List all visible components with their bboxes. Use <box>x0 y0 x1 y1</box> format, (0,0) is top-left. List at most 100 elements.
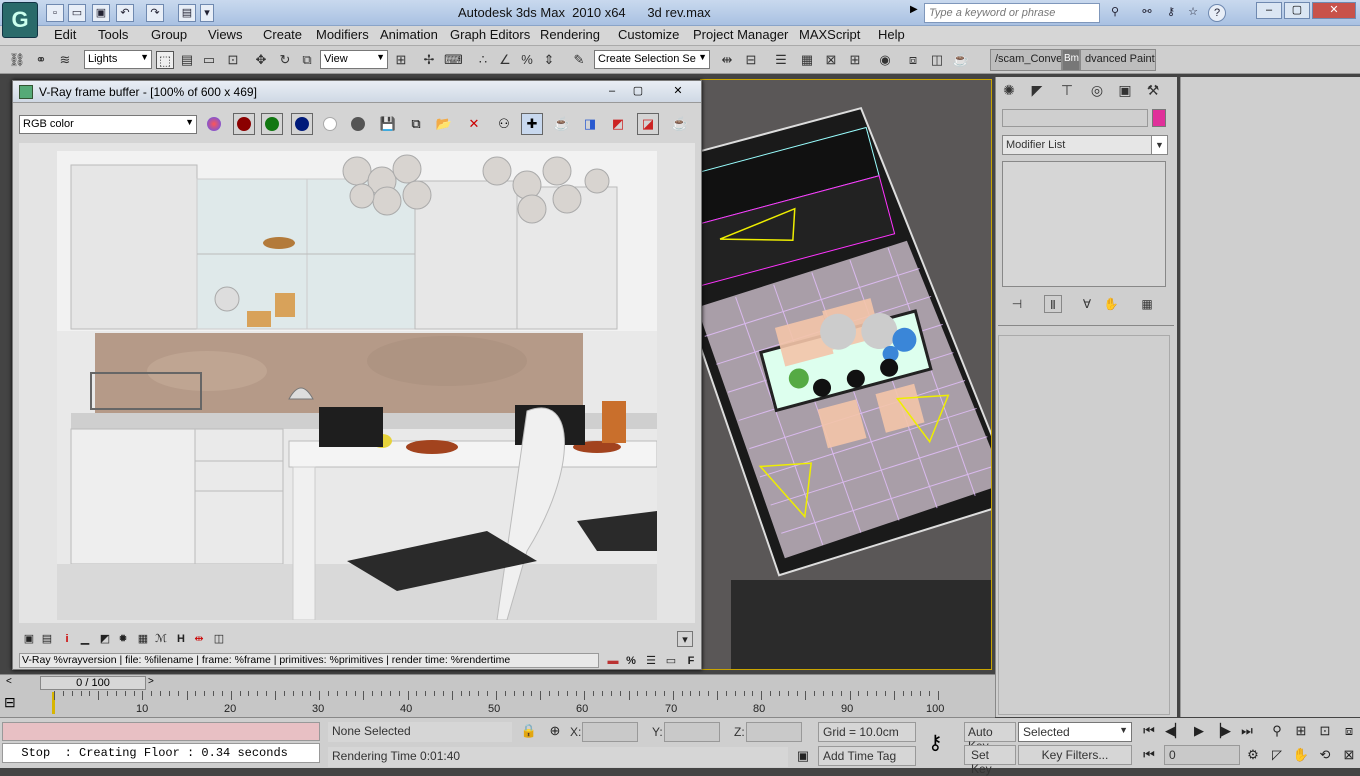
reference-coordinate-select[interactable]: View ▼ <box>320 50 388 69</box>
current-frame-field[interactable]: 0 <box>1164 745 1240 765</box>
menu-create[interactable]: Create <box>263 27 302 42</box>
render-area[interactable] <box>19 143 695 623</box>
toolbar-tab-bm[interactable]: Bm <box>1062 49 1080 71</box>
key-icon[interactable]: ⚷ <box>1162 4 1180 22</box>
time-prev-arrow-icon[interactable]: < <box>6 676 12 687</box>
snaps-toggle-icon[interactable]: ∴ <box>474 51 492 69</box>
lens-effects-icon[interactable]: ⇹ <box>191 631 207 647</box>
motion-tab-icon[interactable]: ◎ <box>1086 79 1108 101</box>
lock-selection-icon[interactable]: 🔒 <box>518 721 540 741</box>
percent-icon[interactable]: % <box>623 653 639 669</box>
next-frame-icon[interactable]: ▕▶ <box>1210 721 1232 741</box>
vfb-minimize-button[interactable]: – <box>599 83 625 99</box>
vfb-maximize-button[interactable]: ▢ <box>625 83 651 99</box>
play-icon[interactable]: ▶ <box>1188 721 1210 741</box>
blue-channel-icon[interactable] <box>291 113 313 135</box>
rollout-area[interactable] <box>998 335 1170 715</box>
edit-named-selection-icon[interactable]: ✎ <box>570 51 588 69</box>
menu-group[interactable]: Group <box>151 27 187 42</box>
pan-view-icon[interactable]: ✋ <box>1290 745 1312 765</box>
save-image-icon[interactable]: 💾 <box>377 113 399 135</box>
go-to-start-icon[interactable]: ⏮ <box>1138 721 1160 741</box>
select-and-scale-icon[interactable]: ⧉ <box>298 51 316 69</box>
set-key-button[interactable]: Set Key <box>964 745 1016 776</box>
green-channel-icon[interactable] <box>261 113 283 135</box>
bind-to-space-warp-icon[interactable]: ≋ <box>56 51 74 69</box>
menu-help[interactable]: Help <box>878 27 905 42</box>
key-mode-select[interactable]: Selected ▼ <box>1018 722 1132 742</box>
histogram-icon[interactable]: H <box>173 631 189 647</box>
align-icon[interactable]: ⊟ <box>742 51 760 69</box>
save-all-channels-icon[interactable]: ⧉ <box>405 113 427 135</box>
new-file-icon[interactable]: ▫ <box>46 4 64 22</box>
layer-manager-icon[interactable]: ☰ <box>772 51 790 69</box>
save-file-icon[interactable]: ▣ <box>92 4 110 22</box>
ab-compare-icon[interactable]: ◩ <box>607 113 629 135</box>
previous-frame-icon[interactable]: ◀▏ <box>1164 721 1186 741</box>
expand-panel-icon[interactable]: ▾ <box>677 631 693 647</box>
clear-image-icon[interactable]: ✕ <box>463 113 485 135</box>
object-color-swatch[interactable] <box>1152 109 1166 127</box>
pivot-center-icon[interactable]: ⊞ <box>392 51 410 69</box>
graphite-modeling-icon[interactable]: ▦ <box>798 51 816 69</box>
unlink-icon[interactable]: ⚭ <box>32 51 50 69</box>
select-object-icon[interactable]: ⬚ <box>156 51 174 69</box>
select-and-move-icon[interactable]: ✥ <box>252 51 270 69</box>
window-crossing-icon[interactable]: ⊡ <box>224 51 242 69</box>
menu-rendering[interactable]: Rendering <box>540 27 600 42</box>
time-configuration-icon[interactable]: ⚙ <box>1242 745 1264 765</box>
menu-customize[interactable]: Customize <box>618 27 679 42</box>
menu-tools[interactable]: Tools <box>98 27 128 42</box>
render-teapot-icon[interactable]: ☕ <box>669 113 691 135</box>
select-and-manipulate-icon[interactable]: ✢ <box>420 51 438 69</box>
channel-select[interactable]: RGB color ▼ <box>19 115 197 134</box>
levels-icon[interactable]: ▁ <box>77 631 93 647</box>
modifier-list-dropdown[interactable]: Modifier List ▼ <box>1002 135 1168 155</box>
load-image-icon[interactable]: 📂 <box>433 113 455 135</box>
vray-frame-buffer-window[interactable]: V-Ray frame buffer - [100% of 600 x 469]… <box>12 80 702 670</box>
pixel-info-icon[interactable]: i <box>59 631 75 647</box>
project-folder-icon[interactable]: ▤ <box>178 4 196 22</box>
communication-center-icon[interactable]: ⚯ <box>1138 4 1156 22</box>
trackbar[interactable]: ⊟ 10 20 30 40 50 60 70 80 90 100 <box>0 690 995 718</box>
quick-access-dropdown-icon[interactable]: ▾ <box>200 4 214 22</box>
vfb-close-button[interactable]: ✕ <box>665 83 691 99</box>
auto-key-button[interactable]: Auto Key <box>964 722 1016 753</box>
utilities-tab-icon[interactable]: ⚒ <box>1142 79 1164 101</box>
alpha-channel-icon[interactable] <box>319 113 341 135</box>
track-mouse-icon[interactable]: ⚇ <box>493 113 515 135</box>
percent-snap-icon[interactable]: % <box>518 51 536 69</box>
select-and-rotate-icon[interactable]: ↻ <box>276 51 294 69</box>
binoculars-icon[interactable]: ⚲ <box>1106 4 1124 22</box>
spinner-snap-icon[interactable]: ⇕ <box>540 51 558 69</box>
red-channel-icon[interactable] <box>233 113 255 135</box>
time-next-arrow-icon[interactable]: > <box>148 676 154 687</box>
keyboard-shortcut-override-icon[interactable]: ⌨ <box>444 51 463 69</box>
zoom-extents-all-icon[interactable]: ⧈ <box>1338 721 1360 741</box>
create-tab-icon[interactable]: ✺ <box>998 79 1020 101</box>
region-render-icon[interactable]: ✚ <box>521 113 543 135</box>
menu-maxscript[interactable]: MAXScript <box>799 27 860 42</box>
render-last-icon[interactable]: ☕ <box>551 113 573 135</box>
stamp-align-icon[interactable]: ☰ <box>643 653 659 669</box>
render-history-icon[interactable]: ▤ <box>39 631 55 647</box>
time-slider-thumb[interactable]: 0 / 100 <box>40 676 146 690</box>
maximize-button[interactable]: ▢ <box>1284 2 1310 19</box>
object-name-field[interactable] <box>1002 109 1148 127</box>
help-icon[interactable]: ? <box>1208 4 1226 22</box>
vfb-title-bar[interactable]: V-Ray frame buffer - [100% of 600 x 469]… <box>13 81 701 103</box>
time-tag-icon[interactable]: ▣ <box>792 746 814 766</box>
close-button[interactable]: ✕ <box>1312 2 1356 19</box>
select-by-name-icon[interactable]: ▤ <box>178 51 196 69</box>
maxscript-listener-input[interactable] <box>2 722 320 741</box>
select-and-link-icon[interactable]: ⛓ <box>8 51 26 69</box>
vfb-status-line[interactable]: V-Ray %vrayversion | file: %filename | f… <box>19 653 599 668</box>
maxscript-output[interactable]: Stop : Creating Floor : 0.34 seconds <box>2 743 320 763</box>
material-editor-icon[interactable]: ◉ <box>876 51 894 69</box>
zoom-icon[interactable]: ⚲ <box>1266 721 1288 741</box>
link-to-vfb-icon[interactable]: ◨ <box>579 113 601 135</box>
field-of-view-icon[interactable]: ◸ <box>1266 745 1288 765</box>
exposure-icon[interactable]: ✹ <box>115 631 131 647</box>
z-coordinate-field[interactable] <box>746 722 802 742</box>
zoom-extents-icon[interactable]: ⊡ <box>1314 721 1336 741</box>
